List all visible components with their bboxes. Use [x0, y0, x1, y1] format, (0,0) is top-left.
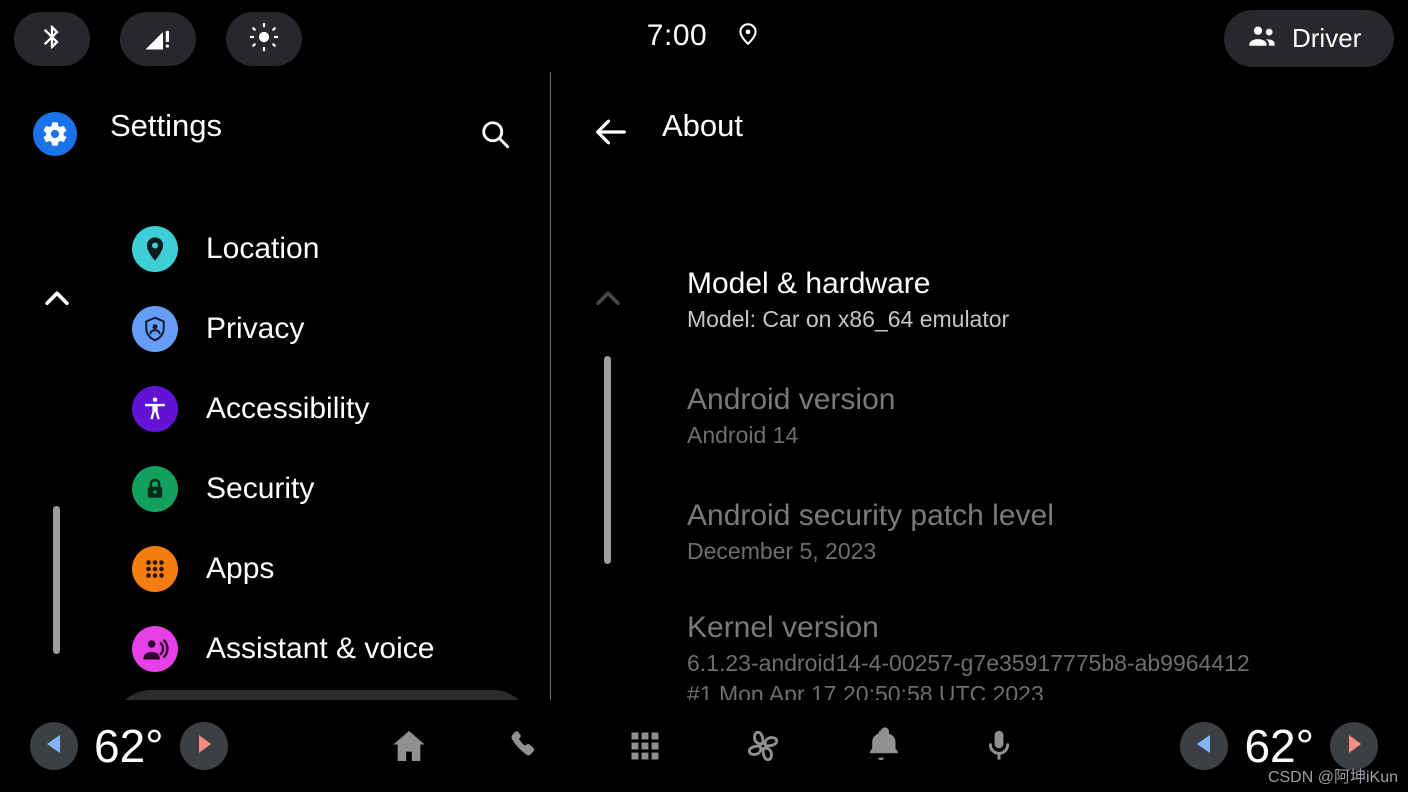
about-row-kernel-version: Kernel version 6.1.23-android14-4-00257-…: [687, 608, 1387, 700]
about-scroll-thumb[interactable]: [604, 356, 611, 564]
triangle-left-icon: [1194, 733, 1214, 760]
status-center: 7:00: [0, 0, 1408, 72]
nav-bar: 62° 62° CSDN @阿坤iKun: [0, 700, 1408, 792]
arrow-back-icon: [591, 112, 631, 157]
assistant-icon: [132, 626, 178, 672]
about-list: Model & hardware Model: Car on x86_64 em…: [687, 222, 1408, 700]
about-row-security-patch: Android security patch level December 5,…: [687, 496, 1387, 567]
sidebar-item-label: Assistant & voice: [206, 632, 435, 665]
people-icon: [1246, 20, 1278, 57]
settings-scroll-thumb[interactable]: [53, 506, 60, 654]
about-title: About: [662, 108, 744, 143]
search-button[interactable]: [470, 111, 520, 161]
temp-decrease-right-button[interactable]: [1180, 722, 1229, 770]
status-bar: 7:00 Driver: [0, 0, 1408, 72]
sidebar-item-security[interactable]: Security: [112, 450, 532, 528]
settings-gear-icon: [33, 112, 77, 156]
sidebar-item-accessibility[interactable]: Accessibility: [112, 370, 532, 448]
watermark: CSDN @阿坤iKun: [1267, 769, 1398, 786]
sidebar-item-label: Apps: [206, 552, 275, 585]
user-profile-button[interactable]: Driver: [1224, 10, 1394, 67]
about-row-title: Android security patch level: [687, 499, 1054, 532]
about-panel: About Model & hardware Model: Car on x86…: [551, 72, 1408, 700]
location-icon: [132, 226, 178, 272]
about-row-model-hardware[interactable]: Model & hardware Model: Car on x86_64 em…: [687, 264, 1387, 335]
security-icon: [132, 466, 178, 512]
about-scroll-up-button[interactable]: [587, 278, 629, 320]
sidebar-item-apps[interactable]: Apps: [112, 530, 532, 608]
user-label: Driver: [1292, 23, 1362, 53]
sidebar-item-location[interactable]: Location: [112, 222, 532, 288]
brightness-icon: [249, 22, 279, 57]
search-icon: [477, 116, 513, 157]
accessibility-icon: [132, 386, 178, 432]
about-row-subtitle: Android 14: [687, 422, 799, 448]
sidebar-item-assistant-voice[interactable]: Assistant & voice: [112, 610, 532, 688]
about-header: About: [551, 98, 1408, 168]
about-row-title: Kernel version: [687, 611, 879, 644]
sidebar-item-label: Location: [206, 232, 320, 265]
about-row-subtitle: 6.1.23-android14-4-00257-g7e35917775b8-a…: [687, 650, 1250, 676]
bell-icon[interactable]: [855, 720, 907, 772]
phone-icon[interactable]: [501, 720, 553, 772]
settings-header: Settings: [0, 98, 550, 168]
settings-scrollbar[interactable]: [36, 222, 78, 700]
settings-menu-list: Location Privacy Accessibility Security …: [112, 222, 550, 700]
location-pin-icon: [735, 21, 761, 52]
quick-control-bluetooth[interactable]: [14, 12, 90, 66]
about-row-subtitle: Model: Car on x86_64 emulator: [687, 306, 1010, 332]
apps-icon: [132, 546, 178, 592]
signal-alert-icon: [143, 22, 173, 57]
settings-scroll-up-button[interactable]: [36, 278, 78, 320]
about-row-android-version: Android version Android 14: [687, 380, 1387, 451]
clock: 7:00: [646, 19, 708, 52]
sidebar-item-system[interactable]: System: [112, 690, 532, 700]
sidebar-item-label: Security: [206, 472, 315, 505]
about-scrollbar[interactable]: [587, 222, 629, 700]
sidebar-item-label: Accessibility: [206, 392, 370, 425]
microphone-icon[interactable]: [973, 720, 1025, 772]
app-grid-icon[interactable]: [619, 720, 671, 772]
fan-icon[interactable]: [737, 720, 789, 772]
about-row-title: Model & hardware: [687, 267, 931, 300]
page-title: Settings: [110, 108, 223, 143]
sidebar-item-label: Privacy: [206, 312, 305, 345]
about-row-subtitle-2: #1 Mon Apr 17 20:50:58 UTC 2023: [687, 681, 1044, 700]
privacy-icon: [132, 306, 178, 352]
sidebar-item-privacy[interactable]: Privacy: [112, 290, 532, 368]
about-row-title: Android version: [687, 383, 896, 416]
settings-panel: Settings Location Privacy Accessibility …: [0, 72, 550, 700]
quick-control-brightness[interactable]: [226, 12, 302, 66]
back-button[interactable]: [587, 110, 635, 158]
about-row-subtitle: December 5, 2023: [687, 538, 877, 564]
home-icon[interactable]: [383, 720, 435, 772]
quick-control-signal[interactable]: [120, 12, 196, 66]
bluetooth-icon: [38, 23, 66, 56]
triangle-right-icon: [1344, 733, 1364, 760]
